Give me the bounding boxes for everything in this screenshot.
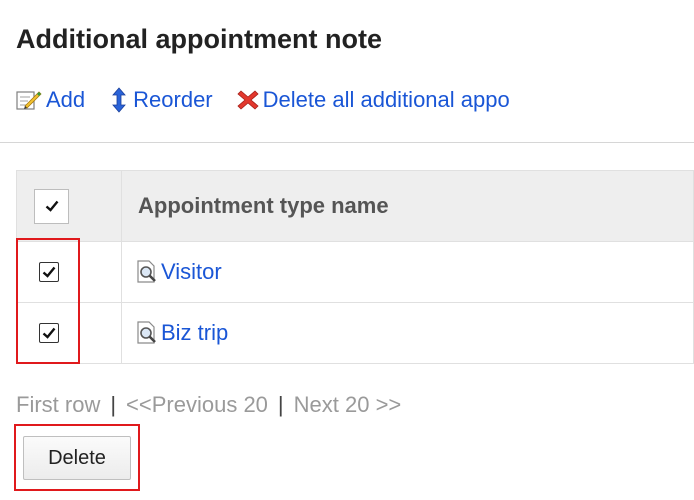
table-header-row: Appointment type name xyxy=(16,170,694,242)
add-link[interactable]: Add xyxy=(16,87,85,113)
magnifier-document-icon xyxy=(136,321,158,345)
first-row-link: First row xyxy=(16,392,101,417)
row-name-cell: Biz trip xyxy=(121,302,694,364)
edit-pencil-icon xyxy=(16,89,42,111)
pagination: First row | <<Previous 20 | Next 20 >> xyxy=(16,392,401,418)
add-label: Add xyxy=(46,87,86,112)
delete-all-label: Delete all additional appo xyxy=(262,87,510,112)
delete-all-link[interactable]: Delete all additional appo xyxy=(237,87,510,113)
up-down-arrow-icon xyxy=(109,87,129,113)
row-checkbox[interactable] xyxy=(39,323,59,343)
toolbar: Add Reorder Delete all additional appo xyxy=(16,84,534,116)
row-checkbox-cell xyxy=(16,241,122,303)
check-icon xyxy=(42,327,56,339)
select-all-cell xyxy=(16,170,122,242)
row-name-cell: Visitor xyxy=(121,241,694,303)
previous-page-link: <<Previous 20 xyxy=(126,392,268,417)
appointment-type-link[interactable]: Biz trip xyxy=(136,320,693,346)
magnifier-document-icon xyxy=(136,260,158,284)
pager-separator: | xyxy=(110,392,117,417)
reorder-label: Reorder xyxy=(133,87,213,112)
appointment-type-link[interactable]: Visitor xyxy=(136,259,693,285)
appointment-type-name: Visitor xyxy=(161,259,222,284)
row-checkbox[interactable] xyxy=(39,262,59,282)
column-header-name: Appointment type name xyxy=(121,170,694,242)
page-title: Additional appointment note xyxy=(16,24,382,54)
section-divider xyxy=(0,142,694,143)
delete-button[interactable]: Delete xyxy=(23,436,131,480)
pager-separator: | xyxy=(277,392,284,417)
select-all-checkbox[interactable] xyxy=(34,188,69,224)
next-page-link: Next 20 >> xyxy=(293,392,402,417)
appointment-type-name: Biz trip xyxy=(161,320,229,345)
table-row: Biz trip xyxy=(16,302,694,364)
reorder-link[interactable]: Reorder xyxy=(109,87,213,113)
table-row: Visitor xyxy=(16,241,694,303)
appointment-type-table: Appointment type name Visitor Biz trip xyxy=(16,170,694,364)
column-header-label: Appointment type name xyxy=(138,193,389,218)
red-x-icon xyxy=(237,89,259,111)
check-icon xyxy=(42,266,56,278)
check-icon xyxy=(45,200,58,212)
row-checkbox-cell xyxy=(16,302,122,364)
